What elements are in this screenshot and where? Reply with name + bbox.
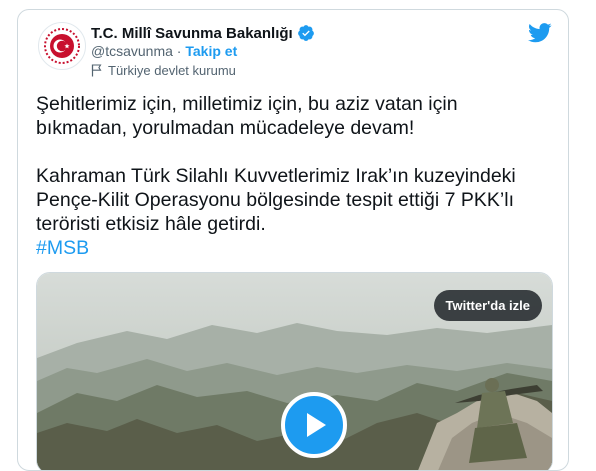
tweet-line: teröristi etkisiz hâle getirdi.: [36, 213, 266, 235]
follow-button[interactable]: Takip et: [185, 43, 237, 59]
verified-badge-icon: [297, 25, 314, 41]
account-avatar[interactable]: [38, 22, 86, 70]
tweet-card[interactable]: T.C. Millî Savunma Bakanlığı @tcsavunma …: [17, 9, 569, 471]
hashtag-link[interactable]: #MSB: [36, 236, 556, 260]
twitter-bird-icon[interactable]: [528, 22, 552, 44]
play-icon: [307, 413, 326, 437]
video-media[interactable]: Twitter'da izle: [36, 272, 553, 470]
flag-icon: [91, 64, 102, 77]
handle-row: @tcsavunma · Takip et: [91, 43, 237, 59]
tweet-line: Pençe-Kilit Operasyonu bölgesinde tespit…: [36, 189, 515, 211]
tweet-line: bıkmadan, yorulmadan mücadeleye devam!: [36, 117, 415, 139]
separator-dot: ·: [172, 43, 186, 59]
play-button[interactable]: [281, 392, 347, 458]
account-name-row[interactable]: T.C. Millî Savunma Bakanlığı: [91, 24, 315, 42]
watch-on-twitter-button[interactable]: Twitter'da izle: [433, 290, 542, 321]
account-name[interactable]: T.C. Millî Savunma Bakanlığı: [91, 25, 293, 42]
account-handle[interactable]: @tcsavunma: [91, 43, 173, 59]
government-label-text: Türkiye devlet kurumu: [108, 63, 236, 78]
msb-logo-icon: [44, 28, 80, 64]
tweet-text: Şehitlerimiz için, milletimiz için, bu a…: [36, 92, 556, 260]
tweet-line: Şehitlerimiz için, milletimiz için, bu a…: [36, 93, 458, 115]
government-label[interactable]: Türkiye devlet kurumu: [91, 63, 236, 78]
tweet-line: Kahraman Türk Silahlı Kuvvetlerimiz Irak…: [36, 165, 516, 187]
